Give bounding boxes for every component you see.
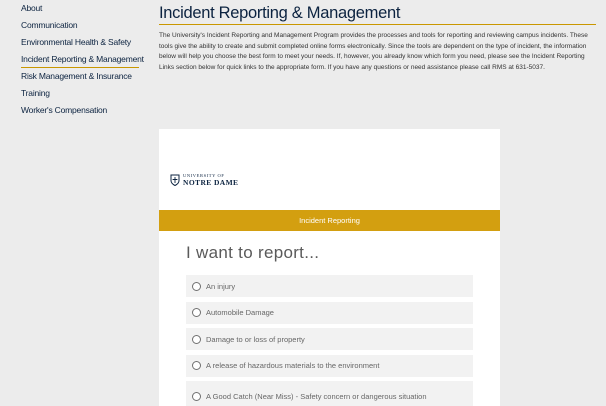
option-label: Damage to or loss of property	[206, 334, 305, 344]
radio-button[interactable]	[192, 308, 201, 317]
sidebar-item-workers-compensation[interactable]: Worker's Compensation	[21, 102, 139, 119]
notre-dame-logo: UNIVERSITY OF NOTRE DAME	[170, 173, 239, 187]
sidebar-item-about[interactable]: About	[21, 0, 139, 17]
option-property-damage[interactable]: Damage to or loss of property	[186, 328, 473, 350]
radio-button[interactable]	[192, 281, 201, 291]
option-label: An injury	[206, 281, 236, 291]
shield-icon	[170, 174, 180, 186]
report-heading: I want to report...	[186, 243, 320, 262]
option-label: A release of hazardous materials to the …	[206, 361, 380, 370]
main-content: Incident Reporting & Management The Univ…	[159, 0, 596, 73]
logo-text-line2: NOTRE DAME	[183, 177, 239, 187]
option-hazardous-release[interactable]: A release of hazardous materials to the …	[186, 354, 473, 377]
option-label: A Good Catch (Near Miss) - Safety concer…	[206, 391, 427, 401]
sidebar-nav: About Communication Environmental Health…	[21, 0, 144, 119]
sidebar-item-environmental-health-safety[interactable]: Environmental Health & Safety	[21, 34, 139, 51]
form-banner: Incident Reporting	[159, 210, 500, 231]
intro-paragraph: The University's Incident Reporting and …	[159, 32, 588, 71]
report-options: An injury Automobile Damage Damage to or…	[186, 275, 473, 406]
sidebar-item-incident-reporting[interactable]: Incident Reporting & Management	[21, 51, 144, 68]
incident-form-card: UNIVERSITY OF NOTRE DAME Incident Report…	[159, 129, 500, 406]
sidebar-item-training[interactable]: Training	[21, 85, 139, 102]
radio-button[interactable]	[192, 391, 201, 401]
radio-button[interactable]	[192, 361, 201, 370]
page-title: Incident Reporting & Management	[159, 0, 596, 25]
option-injury[interactable]: An injury	[186, 275, 473, 297]
option-good-catch[interactable]: A Good Catch (Near Miss) - Safety concer…	[186, 381, 473, 406]
sidebar-item-communication[interactable]: Communication	[21, 17, 139, 34]
option-automobile-damage[interactable]: Automobile Damage	[186, 301, 473, 324]
option-label: Automobile Damage	[206, 308, 274, 317]
sidebar-item-risk-management[interactable]: Risk Management & Insurance	[21, 68, 139, 85]
radio-button[interactable]	[192, 334, 201, 344]
